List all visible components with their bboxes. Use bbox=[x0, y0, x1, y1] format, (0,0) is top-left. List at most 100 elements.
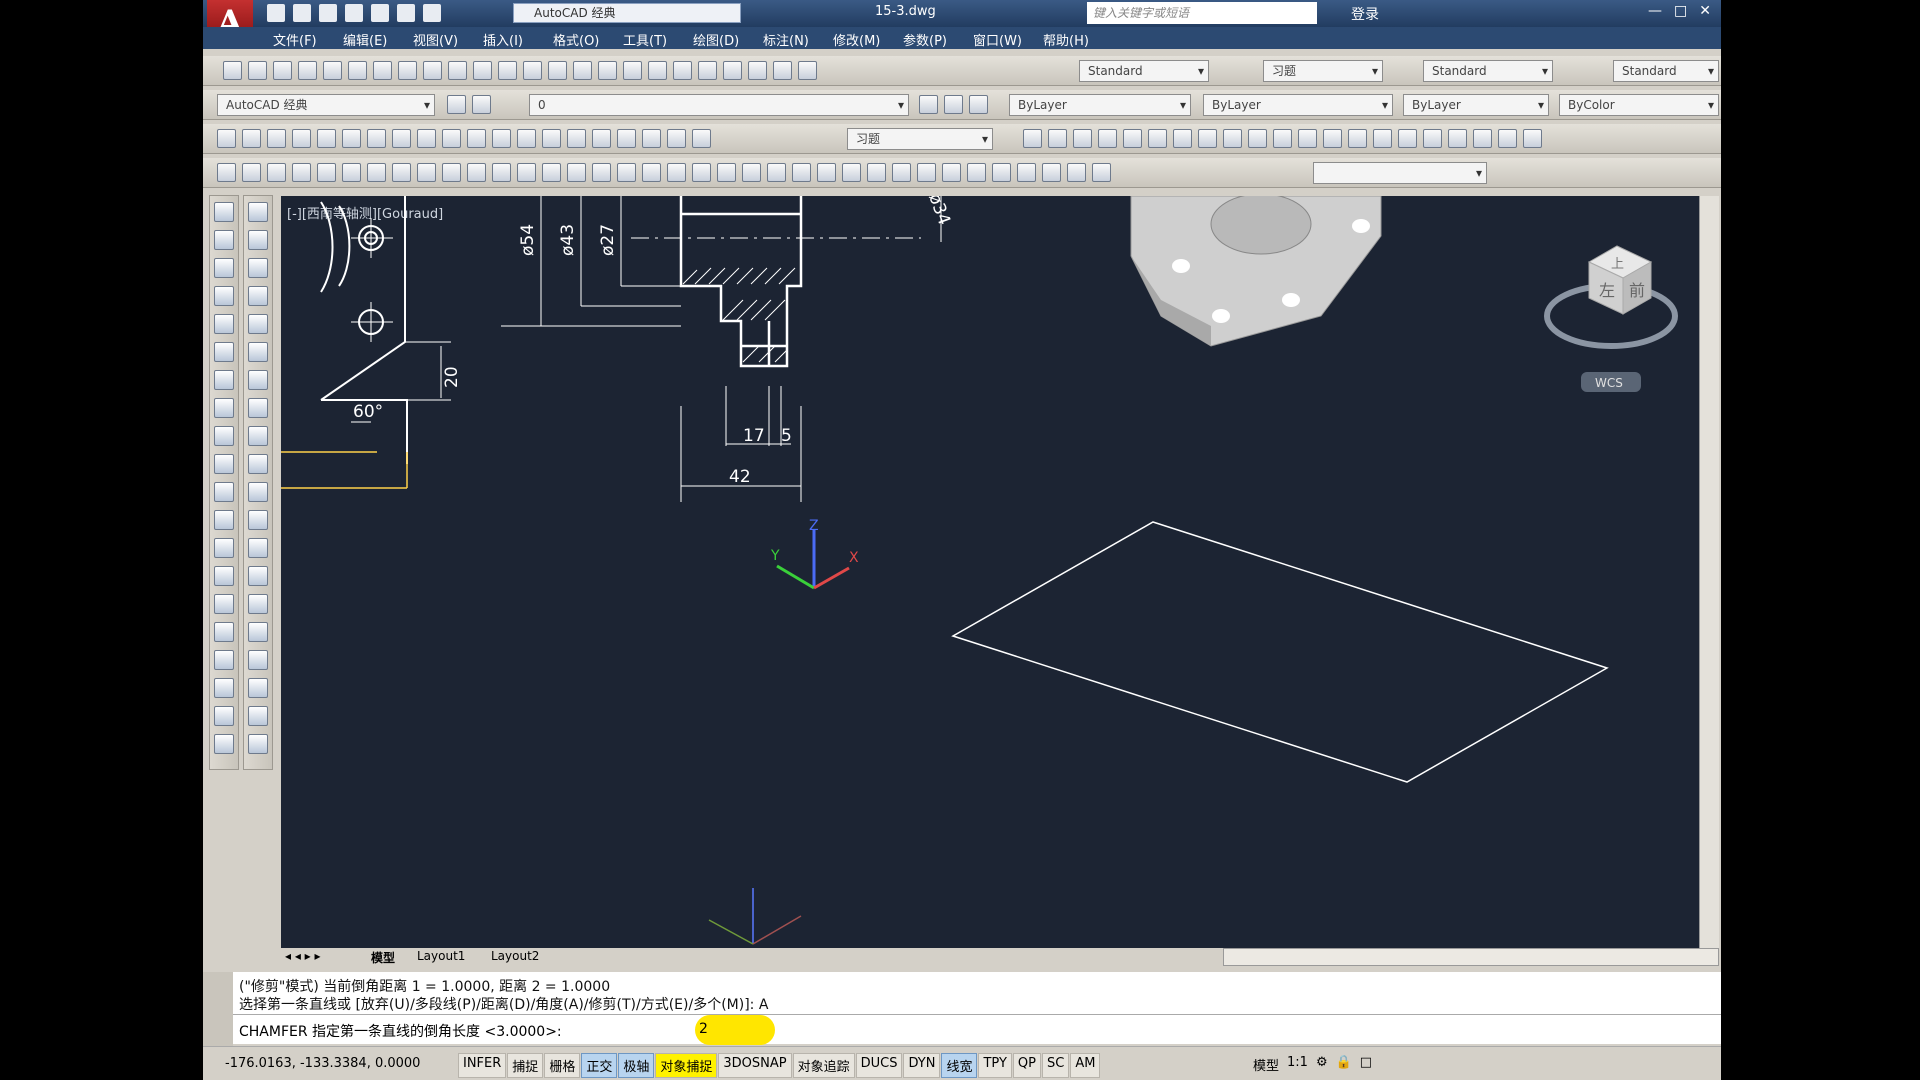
command-window-handle[interactable] bbox=[203, 972, 233, 1046]
dim-edit-icon[interactable] bbox=[642, 129, 661, 148]
ucs-apply-icon[interactable] bbox=[1473, 129, 1492, 148]
zoom-previous-icon[interactable] bbox=[623, 61, 642, 80]
color-combo[interactable]: ByLayer bbox=[1009, 94, 1191, 116]
table-style-combo[interactable]: Standard bbox=[1423, 60, 1553, 82]
polygon-icon[interactable] bbox=[214, 286, 234, 306]
wcs-menu[interactable]: WCS bbox=[1595, 376, 1623, 390]
dim-break-icon[interactable] bbox=[517, 129, 536, 148]
close-icon[interactable]: ✕ bbox=[1699, 3, 1711, 19]
ucs-face-icon[interactable] bbox=[1248, 129, 1267, 148]
copy-edges-icon[interactable] bbox=[892, 163, 911, 182]
open-icon[interactable] bbox=[248, 61, 267, 80]
status-toggle-7[interactable]: 对象追踪 bbox=[792, 1053, 855, 1078]
ucs-z-icon[interactable] bbox=[1448, 129, 1467, 148]
menu-item-9[interactable]: 参数(P) bbox=[903, 30, 973, 49]
help-icon[interactable] bbox=[798, 61, 817, 80]
3dmove-icon[interactable] bbox=[667, 163, 686, 182]
login-button[interactable]: 登录 bbox=[1351, 4, 1379, 24]
linear-dim-icon[interactable] bbox=[217, 129, 236, 148]
imprint-icon[interactable] bbox=[842, 163, 861, 182]
join-icon[interactable] bbox=[248, 566, 268, 586]
status-toggle-9[interactable]: DYN bbox=[903, 1053, 941, 1078]
erase-icon[interactable] bbox=[248, 202, 268, 222]
construction-line-icon[interactable] bbox=[214, 230, 234, 250]
dim-style-icon[interactable] bbox=[1023, 129, 1042, 148]
gradient-icon[interactable] bbox=[214, 622, 234, 642]
paste-icon[interactable] bbox=[423, 61, 442, 80]
cut-icon[interactable] bbox=[373, 61, 392, 80]
box-icon[interactable] bbox=[242, 163, 261, 182]
sheet-set-icon[interactable] bbox=[723, 61, 742, 80]
torus-icon[interactable] bbox=[367, 163, 386, 182]
mleader-style-combo[interactable]: Standard bbox=[1613, 60, 1719, 82]
menu-item-2[interactable]: 视图(V) bbox=[413, 30, 483, 49]
block-editor-icon[interactable] bbox=[473, 61, 492, 80]
lock-icon[interactable]: 🔒 bbox=[1336, 1055, 1352, 1074]
status-toggle-1[interactable]: 捕捉 bbox=[507, 1053, 544, 1078]
menu-item-8[interactable]: 修改(M) bbox=[833, 30, 903, 49]
ucs-icon[interactable] bbox=[1173, 129, 1192, 148]
workspace-combo[interactable]: AutoCAD 经典 bbox=[513, 3, 741, 23]
blend-icon[interactable] bbox=[248, 650, 268, 670]
3drotate-icon[interactable] bbox=[692, 163, 711, 182]
ucs-y-icon[interactable] bbox=[1423, 129, 1442, 148]
explode-icon[interactable] bbox=[248, 678, 268, 698]
status-toggle-13[interactable]: SC bbox=[1041, 1053, 1070, 1078]
dim-style-combo[interactable]: 习题 bbox=[1263, 60, 1383, 82]
menu-item-3[interactable]: 插入(I) bbox=[483, 30, 553, 49]
aligned-dim-icon[interactable] bbox=[242, 129, 261, 148]
menu-item-5[interactable]: 工具(T) bbox=[623, 30, 693, 49]
visual-style-combo[interactable] bbox=[1313, 162, 1487, 184]
diameter-icon[interactable] bbox=[367, 129, 386, 148]
ucs-world-icon[interactable] bbox=[1198, 129, 1217, 148]
status-toggle-11[interactable]: TPY bbox=[978, 1053, 1012, 1078]
layer-previous-icon[interactable] bbox=[944, 95, 963, 114]
scale-icon[interactable] bbox=[248, 398, 268, 418]
helix-icon[interactable] bbox=[417, 163, 436, 182]
maximize-icon[interactable]: □ bbox=[1674, 3, 1687, 19]
material-icon[interactable] bbox=[1148, 129, 1167, 148]
extrude-icon[interactable] bbox=[467, 163, 486, 182]
markup-icon[interactable] bbox=[748, 61, 767, 80]
status-toggle-2[interactable]: 栅格 bbox=[544, 1053, 581, 1078]
plot-icon[interactable] bbox=[371, 4, 389, 22]
open-icon[interactable] bbox=[293, 4, 311, 22]
table-icon[interactable] bbox=[214, 678, 234, 698]
chamfer-icon[interactable] bbox=[248, 594, 268, 614]
circle-icon[interactable] bbox=[214, 370, 234, 390]
save-icon[interactable] bbox=[319, 4, 337, 22]
baseline-icon[interactable] bbox=[442, 129, 461, 148]
status-toggle-10[interactable]: 线宽 bbox=[941, 1053, 978, 1078]
publish-icon[interactable] bbox=[348, 61, 367, 80]
orbit-icon[interactable] bbox=[1498, 129, 1517, 148]
menu-item-1[interactable]: 编辑(E) bbox=[343, 30, 413, 49]
workspace-settings-icon[interactable] bbox=[447, 95, 466, 114]
pyramid-icon[interactable] bbox=[392, 163, 411, 182]
calculator-icon[interactable] bbox=[773, 61, 792, 80]
subtract-icon[interactable] bbox=[617, 163, 636, 182]
menu-item-0[interactable]: 文件(F) bbox=[273, 30, 343, 49]
save-icon[interactable] bbox=[273, 61, 292, 80]
rhombus-shape[interactable] bbox=[951, 521, 1609, 783]
mirror-icon[interactable] bbox=[248, 258, 268, 278]
cone-icon[interactable] bbox=[292, 163, 311, 182]
menu-item-11[interactable]: 帮助(H) bbox=[1043, 30, 1113, 49]
status-toggle-8[interactable]: DUCS bbox=[855, 1053, 903, 1078]
layer-state-icon[interactable] bbox=[969, 95, 988, 114]
arc-icon[interactable] bbox=[214, 342, 234, 362]
minimize-icon[interactable]: — bbox=[1648, 3, 1662, 19]
3darray-icon[interactable] bbox=[742, 163, 761, 182]
delete-faces-icon[interactable] bbox=[992, 163, 1011, 182]
linetype-combo[interactable]: ByLayer bbox=[1203, 94, 1393, 116]
viewcube[interactable]: 上 左 前 WCS bbox=[1544, 245, 1678, 392]
vertical-scrollbar[interactable] bbox=[1699, 196, 1719, 948]
quick-dim-icon[interactable] bbox=[417, 129, 436, 148]
ordinate-icon[interactable] bbox=[292, 129, 311, 148]
ellipse-arc-icon[interactable] bbox=[214, 482, 234, 502]
zoom-extents-icon[interactable] bbox=[1092, 163, 1111, 182]
layer-combo[interactable]: 0 bbox=[529, 94, 909, 116]
line-icon[interactable] bbox=[214, 202, 234, 222]
tab-nav-arrows[interactable]: ◂ ◂ ▸ ▸ bbox=[285, 949, 321, 963]
hide-icon[interactable] bbox=[1048, 129, 1067, 148]
add-selected-icon[interactable] bbox=[214, 734, 234, 754]
